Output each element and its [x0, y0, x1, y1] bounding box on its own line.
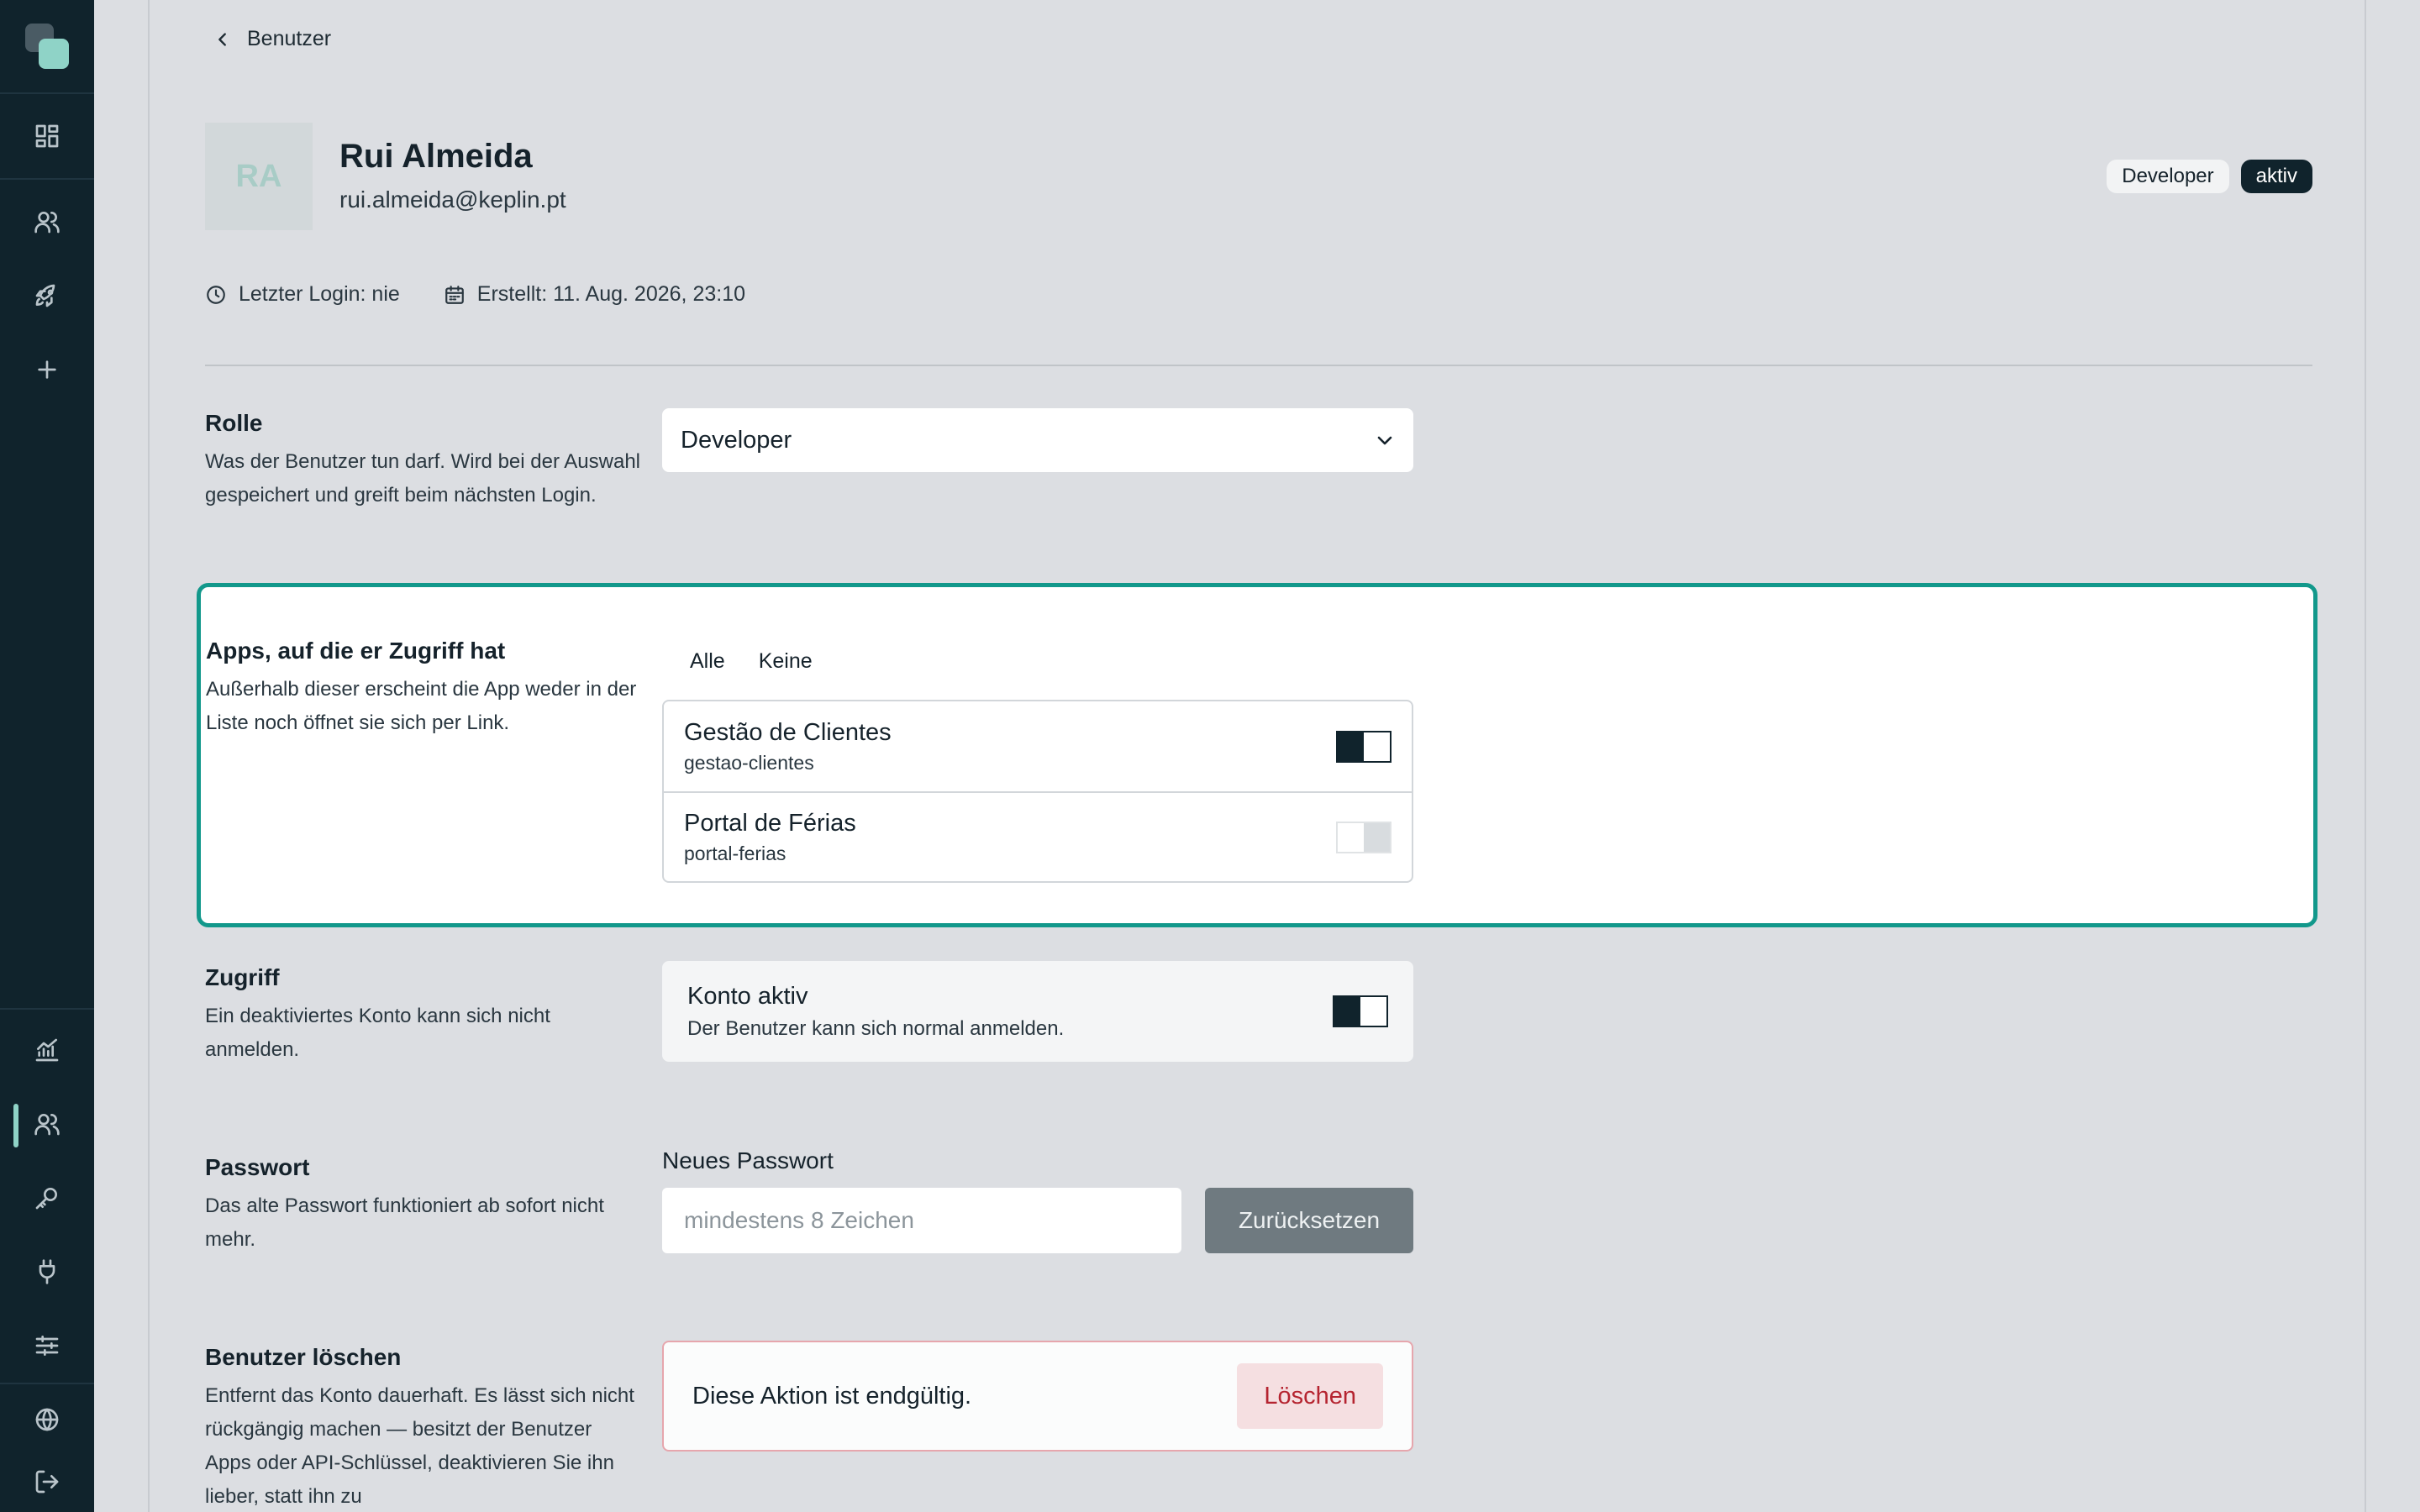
user-detail-page: Benutzer RA Rui Almeida rui.almeida@kepl…: [148, 0, 2366, 1512]
user-email: rui.almeida@keplin.pt: [339, 186, 566, 213]
sidebar-admin-nav: [0, 1008, 94, 1383]
back-link[interactable]: Benutzer: [213, 27, 331, 51]
chevron-down-icon: [1377, 436, 1392, 445]
sidebar-item-settings[interactable]: [0, 1309, 94, 1383]
dashboard-icon: [35, 124, 59, 148]
status-badge: aktiv: [2240, 160, 2312, 193]
app-name: Portal de Férias: [684, 809, 856, 837]
app-logo[interactable]: [0, 0, 94, 94]
account-active-subtitle: Der Benutzer kann sich normal anmelden.: [687, 1016, 1065, 1040]
role-section-desc: Was der Benutzer tun darf. Wird bei der …: [205, 450, 641, 507]
role-select-value: Developer: [681, 426, 792, 454]
account-active-card: Konto aktiv Der Benutzer kann sich norma…: [662, 961, 1413, 1062]
user-meta: Letzter Login: nie Erstellt: 11. Aug. 20…: [205, 282, 745, 307]
new-password-label: Neues Passwort: [662, 1147, 834, 1173]
app-access-toggle[interactable]: [1336, 821, 1392, 853]
apps-access-section: Apps, auf die er Zugriff hat Außerhalb d…: [197, 583, 2317, 927]
plus-icon: [38, 360, 56, 379]
created-date-text: Erstellt: 11. Aug. 2026, 23:10: [476, 282, 745, 306]
delete-user-card: Diese Aktion ist endgültig. Löschen: [662, 1341, 1413, 1452]
clock-icon: [207, 285, 225, 304]
sidebar-item-api-keys[interactable]: [0, 1161, 94, 1235]
logo-square-front: [39, 39, 69, 69]
role-badge: Developer: [2107, 160, 2229, 193]
back-link-label: Benutzer: [247, 27, 332, 50]
sidebar-item-logout[interactable]: [0, 1452, 94, 1512]
sidebar-item-integrations[interactable]: [0, 1235, 94, 1309]
chevron-left-icon: [218, 32, 226, 46]
header-divider: [205, 365, 2312, 366]
app-name: Gestão de Clientes: [684, 718, 892, 746]
sidebar-item-dashboard[interactable]: [0, 99, 94, 173]
apps-section-desc: Außerhalb dieser erscheint die App weder…: [206, 678, 637, 734]
last-login: Letzter Login: nie: [205, 282, 400, 307]
apps-section-title: Apps, auf die er Zugriff hat: [206, 638, 506, 664]
account-active-title: Konto aktiv: [687, 982, 808, 1010]
delete-section-desc: Entfernt das Konto dauerhaft. Es lässt s…: [205, 1384, 634, 1508]
users-icon: [34, 212, 60, 234]
select-none-button[interactable]: Keine: [749, 644, 823, 679]
globe-icon: [35, 1408, 59, 1431]
last-login-text: Letzter Login: nie: [239, 282, 400, 306]
sidebar-item-users[interactable]: [0, 185, 94, 259]
page-title: Rui Almeida: [339, 138, 533, 175]
sidebar-item-user-admin[interactable]: [0, 1087, 94, 1161]
apps-filter-buttons: Alle Keine: [680, 644, 823, 679]
sidebar-item-deployments[interactable]: [0, 259, 94, 333]
app-slug: portal-ferias: [684, 842, 786, 864]
key-icon: [35, 1188, 57, 1210]
account-active-toggle[interactable]: [1333, 995, 1388, 1027]
plug-icon: [39, 1259, 55, 1284]
list-item: Portal de Férias portal-ferias: [664, 791, 1412, 881]
sidebar-item-analytics[interactable]: [0, 1013, 94, 1087]
user-badges: Developer aktiv: [2107, 160, 2312, 193]
sidebar-footer-nav: [0, 1383, 94, 1512]
sidebar-main-nav: [0, 180, 94, 407]
chart-icon: [35, 1038, 59, 1062]
users-icon: [34, 1114, 60, 1136]
reset-password-button[interactable]: Zurücksetzen: [1205, 1188, 1413, 1253]
password-section-desc: Das alte Passwort funktioniert ab sofort…: [205, 1194, 604, 1251]
sliders-icon: [35, 1336, 59, 1356]
calendar-icon: [445, 285, 464, 304]
avatar: RA: [205, 123, 313, 230]
logout-icon: [35, 1470, 59, 1494]
sidebar-item-add[interactable]: [0, 333, 94, 407]
role-section-title: Rolle: [205, 410, 263, 436]
select-all-button[interactable]: Alle: [680, 644, 735, 679]
delete-warning-text: Diese Aktion ist endgültig.: [692, 1382, 972, 1410]
sidebar-item-language[interactable]: [0, 1388, 94, 1452]
new-password-input[interactable]: [662, 1188, 1181, 1253]
sidebar-top-nav: [0, 94, 94, 180]
delete-section-title: Benutzer löschen: [205, 1344, 402, 1370]
role-select[interactable]: Developer: [662, 408, 1413, 472]
delete-user-button[interactable]: Löschen: [1237, 1363, 1383, 1429]
password-section-title: Passwort: [205, 1154, 310, 1180]
created-date: Erstellt: 11. Aug. 2026, 23:10: [444, 282, 745, 307]
access-section-title: Zugriff: [205, 964, 280, 990]
app-list: Gestão de Clientes gestao-clientes Porta…: [662, 700, 1413, 883]
rocket-icon: [35, 284, 55, 307]
app-slug: gestao-clientes: [684, 751, 814, 774]
list-item: Gestão de Clientes gestao-clientes: [664, 701, 1412, 791]
app-access-toggle[interactable]: [1336, 730, 1392, 763]
access-section-desc: Ein deaktiviertes Konto kann sich nicht …: [205, 1005, 550, 1061]
sidebar: [0, 0, 94, 1512]
